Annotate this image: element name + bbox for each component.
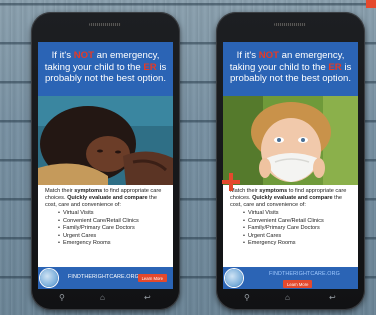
back-icon[interactable]: ↩: [329, 294, 336, 302]
home-icon[interactable]: ⌂: [285, 294, 290, 302]
ad-headline: If it's NOT an emergency, taking your ch…: [223, 42, 358, 96]
ad-headline: If it's NOT an emergency, taking your ch…: [38, 42, 173, 96]
list-item: Family/Primary Care Doctors: [58, 225, 139, 233]
corner-badge: [366, 0, 376, 8]
logo-globe-icon: [40, 269, 58, 287]
home-icon[interactable]: ⌂: [100, 294, 105, 302]
ad-body-text: Match their symptoms to find appropriate…: [230, 188, 347, 208]
logo-globe-icon: [225, 269, 243, 287]
learn-more-button[interactable]: Learn More: [137, 274, 167, 282]
plus-icon: [222, 173, 240, 191]
list-item: Urgent Cares: [58, 233, 139, 241]
list-item: Family/Primary Care Doctors: [243, 225, 324, 233]
list-item: Emergency Rooms: [58, 240, 139, 248]
headline-line-2: taking your child to the ER is: [44, 61, 167, 73]
list-item: Emergency Rooms: [243, 240, 324, 248]
headline-line-1: If it's NOT an emergency,: [236, 50, 345, 61]
care-options-list: Virtual Visits Convenient Care/Retail Cl…: [58, 210, 139, 248]
sick-child-photo: [38, 96, 173, 185]
phone-right: If it's NOT an emergency, taking your ch…: [216, 12, 365, 310]
list-item: Virtual Visits: [58, 210, 139, 218]
speaker-grille: [274, 23, 306, 26]
phone-nav-bar: ⚲ ⌂ ↩: [31, 289, 180, 310]
search-icon[interactable]: ⚲: [244, 294, 250, 302]
search-icon[interactable]: ⚲: [59, 294, 65, 302]
footer-url-link[interactable]: FINDTHERIGHTCARE.ORG: [269, 271, 340, 277]
care-options-list: Virtual Visits Convenient Care/Retail Cl…: [243, 210, 324, 248]
headline-line-3: probably not the best option.: [229, 73, 352, 84]
list-item: Virtual Visits: [243, 210, 324, 218]
list-item: Convenient Care/Retail Clinics: [58, 218, 139, 226]
phone-screen: If it's NOT an emergency, taking your ch…: [223, 42, 358, 289]
headline-line-3: probably not the best option.: [44, 73, 167, 84]
phone-nav-bar: ⚲ ⌂ ↩: [216, 289, 365, 310]
footer-url-link[interactable]: FINDTHERIGHTCARE.ORG: [68, 274, 139, 280]
phone-screen: If it's NOT an emergency, taking your ch…: [38, 42, 173, 289]
ad-footer: FINDTHERIGHTCARE.ORG Learn More: [38, 267, 173, 289]
list-item: Convenient Care/Retail Clinics: [243, 218, 324, 226]
child-with-tissue-photo: [223, 96, 358, 185]
phone-left: If it's NOT an emergency, taking your ch…: [31, 12, 180, 310]
ad-body-text: Match their symptoms to find appropriate…: [45, 188, 162, 208]
ad-footer: FINDTHERIGHTCARE.ORG Learn More: [223, 267, 358, 289]
back-icon[interactable]: ↩: [144, 294, 151, 302]
headline-line-1: If it's NOT an emergency,: [51, 50, 160, 61]
speaker-grille: [89, 23, 121, 26]
list-item: Urgent Cares: [243, 233, 324, 241]
learn-more-button[interactable]: Learn More: [283, 280, 313, 288]
headline-line-2: taking your child to the ER is: [229, 61, 352, 73]
